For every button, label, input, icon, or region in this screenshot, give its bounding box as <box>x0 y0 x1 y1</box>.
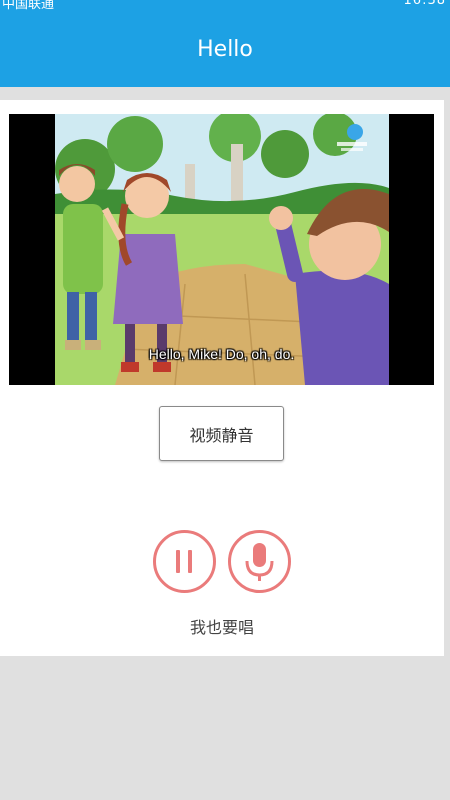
pause-icon <box>176 550 192 573</box>
status-bar: 中国联通 16:38 <box>0 0 450 10</box>
sing-along-label: 我也要唱 <box>189 618 254 637</box>
video-frame <box>55 114 389 385</box>
clock-label: 16:38 <box>403 0 446 8</box>
carrier-label: 中国联通 <box>2 0 55 10</box>
pause-button[interactable] <box>153 530 216 593</box>
mute-video-button[interactable]: 视频静音 <box>159 406 284 461</box>
app-bar: Hello <box>0 10 450 87</box>
content-card: Hello, Mike! Do, oh, do. 视频静音 我也要唱 <box>0 100 444 656</box>
video-subtitle: Hello, Mike! Do, oh, do. <box>148 346 295 362</box>
video-player[interactable]: Hello, Mike! Do, oh, do. <box>9 114 434 385</box>
page-title: Hello <box>197 37 253 62</box>
microphone-icon <box>245 543 274 581</box>
microphone-button[interactable] <box>228 530 291 593</box>
